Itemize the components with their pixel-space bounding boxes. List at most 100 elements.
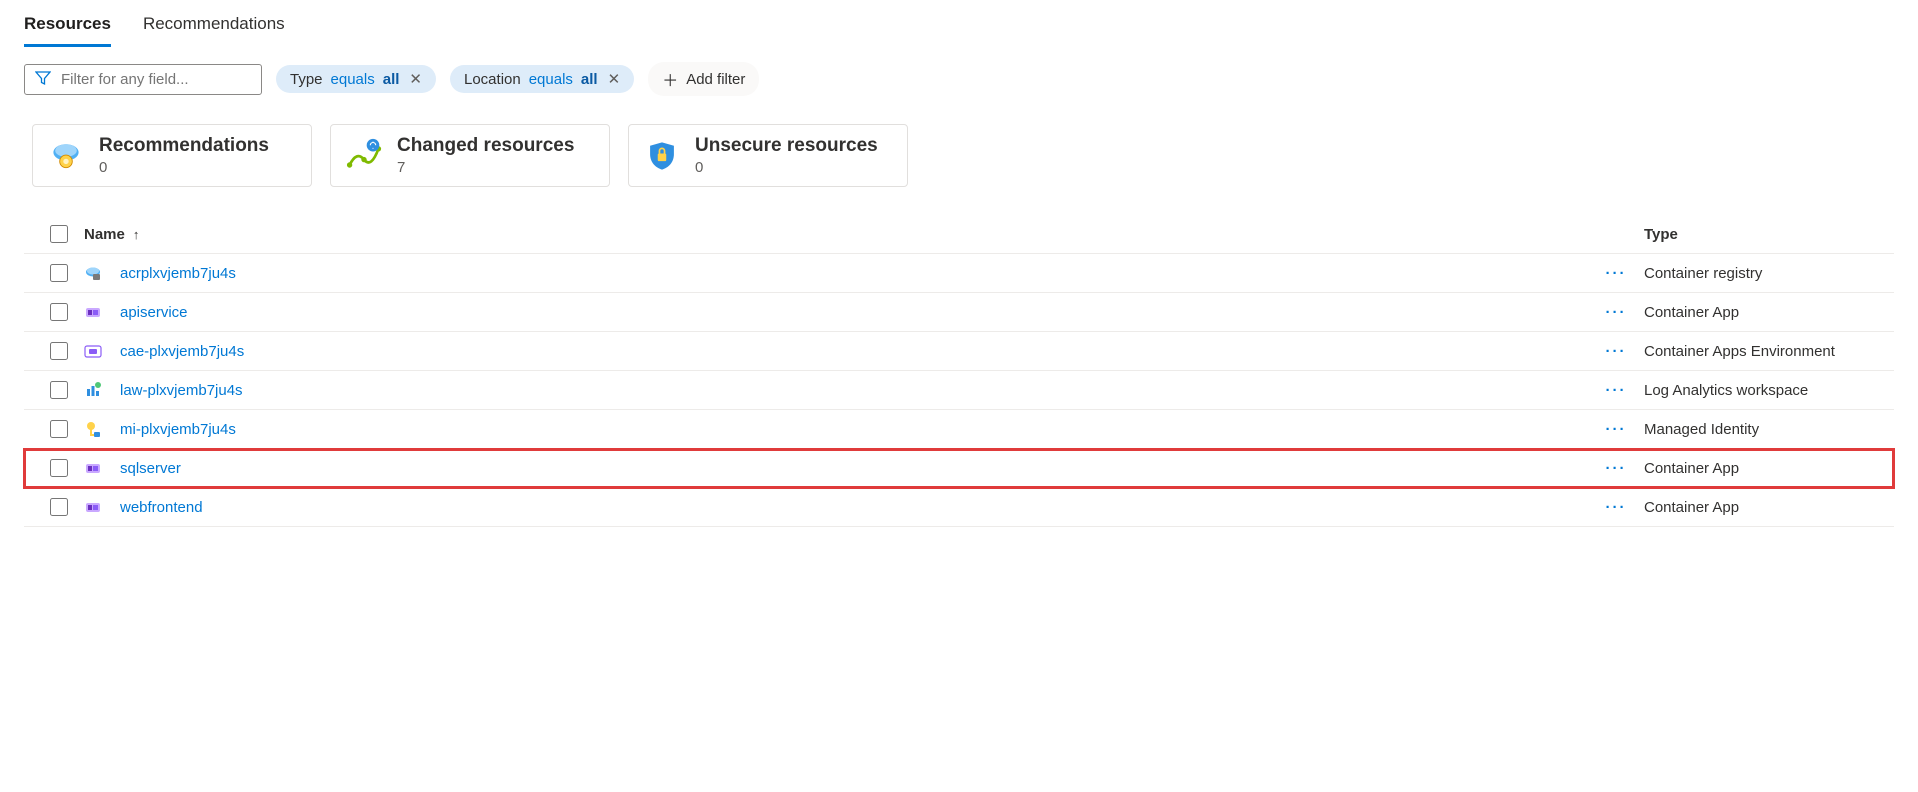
card-recommendations-title: Recommendations bbox=[99, 135, 269, 157]
tab-resources[interactable]: Resources bbox=[24, 8, 111, 47]
card-recommendations[interactable]: Recommendations 0 bbox=[32, 124, 312, 187]
row-checkbox-cell bbox=[34, 303, 84, 321]
card-changed-resources[interactable]: Changed resources 7 bbox=[330, 124, 610, 187]
unsecure-resources-icon bbox=[643, 137, 681, 175]
row-actions-cell: ··· bbox=[1588, 304, 1644, 321]
row-actions-cell: ··· bbox=[1588, 265, 1644, 282]
table-row[interactable]: cae-plxvjemb7ju4s ··· Container Apps Envir… bbox=[24, 332, 1894, 371]
card-unsecure-count: 0 bbox=[695, 159, 878, 176]
row-actions-cell: ··· bbox=[1588, 499, 1644, 516]
resource-link[interactable]: webfrontend bbox=[120, 499, 203, 516]
filter-input[interactable] bbox=[61, 71, 260, 88]
filter-pill-type-remove-icon[interactable]: ✕ bbox=[407, 70, 422, 88]
resource-type-icon bbox=[84, 498, 102, 516]
more-actions-icon[interactable]: ··· bbox=[1606, 343, 1627, 360]
row-name-cell: mi-plxvjemb7ju4s bbox=[84, 420, 1588, 438]
select-all-checkbox[interactable] bbox=[50, 225, 68, 243]
resource-link[interactable]: sqlserver bbox=[120, 460, 181, 477]
filter-pill-location[interactable]: Location equals all ✕ bbox=[450, 65, 634, 93]
table-row[interactable]: acrplxvjemb7ju4s ··· Container registry bbox=[24, 254, 1894, 293]
table-row[interactable]: apiservice ··· Container App bbox=[24, 293, 1894, 332]
changed-resources-icon bbox=[345, 137, 383, 175]
column-header-type[interactable]: Type bbox=[1644, 226, 1894, 243]
row-type-cell: Container App bbox=[1644, 304, 1894, 321]
resource-link[interactable]: cae-plxvjemb7ju4s bbox=[120, 343, 244, 360]
row-checkbox-cell bbox=[34, 498, 84, 516]
sort-ascending-icon: ↑ bbox=[133, 227, 140, 242]
row-name-cell: apiservice bbox=[84, 303, 1588, 321]
row-actions-cell: ··· bbox=[1588, 382, 1644, 399]
row-checkbox[interactable] bbox=[50, 264, 68, 282]
row-actions-cell: ··· bbox=[1588, 460, 1644, 477]
filter-pill-location-remove-icon[interactable]: ✕ bbox=[606, 70, 621, 88]
row-checkbox[interactable] bbox=[50, 420, 68, 438]
resource-link[interactable]: apiservice bbox=[120, 304, 188, 321]
add-filter-button[interactable]: ＋ Add filter bbox=[648, 62, 759, 96]
row-checkbox-cell bbox=[34, 342, 84, 360]
filter-icon bbox=[35, 70, 51, 89]
table-header: Name ↑ Type bbox=[24, 217, 1894, 254]
row-checkbox[interactable] bbox=[50, 303, 68, 321]
table-row[interactable]: mi-plxvjemb7ju4s ··· Managed Identity bbox=[24, 410, 1894, 449]
table-row[interactable]: law-plxvjemb7ju4s ··· Log Analytics worksp… bbox=[24, 371, 1894, 410]
card-unsecure-title: Unsecure resources bbox=[695, 135, 878, 157]
more-actions-icon[interactable]: ··· bbox=[1606, 421, 1627, 438]
filter-pill-type-value: all bbox=[383, 71, 400, 88]
row-type-cell: Container registry bbox=[1644, 265, 1894, 282]
row-type-cell: Container App bbox=[1644, 499, 1894, 516]
row-checkbox-cell bbox=[34, 420, 84, 438]
more-actions-icon[interactable]: ··· bbox=[1606, 304, 1627, 321]
row-checkbox-cell bbox=[34, 459, 84, 477]
row-type-cell: Container App bbox=[1644, 460, 1894, 477]
table-row[interactable]: sqlserver ··· Container App bbox=[24, 449, 1894, 488]
row-checkbox-cell bbox=[34, 381, 84, 399]
row-type-cell: Managed Identity bbox=[1644, 421, 1894, 438]
summary-cards: Recommendations 0 Changed resources 7 Un… bbox=[24, 124, 1894, 187]
row-type-cell: Log Analytics workspace bbox=[1644, 382, 1894, 399]
tab-recommendations[interactable]: Recommendations bbox=[143, 8, 285, 47]
row-name-cell: law-plxvjemb7ju4s bbox=[84, 381, 1588, 399]
card-changed-title: Changed resources bbox=[397, 135, 574, 157]
resource-type-icon bbox=[84, 381, 102, 399]
recommendations-icon bbox=[47, 137, 85, 175]
tab-list: Resources Recommendations bbox=[24, 8, 1894, 48]
row-checkbox[interactable] bbox=[50, 342, 68, 360]
resource-type-icon bbox=[84, 342, 102, 360]
table-body: acrplxvjemb7ju4s ··· Container registry api… bbox=[24, 254, 1894, 527]
row-name-cell: webfrontend bbox=[84, 498, 1588, 516]
resource-link[interactable]: law-plxvjemb7ju4s bbox=[120, 382, 243, 399]
resource-link[interactable]: acrplxvjemb7ju4s bbox=[120, 265, 236, 282]
plus-icon: ＋ bbox=[662, 67, 678, 91]
resource-type-icon bbox=[84, 264, 102, 282]
more-actions-icon[interactable]: ··· bbox=[1606, 499, 1627, 516]
filter-pill-type-field: Type bbox=[290, 71, 323, 88]
table-row[interactable]: webfrontend ··· Container App bbox=[24, 488, 1894, 527]
more-actions-icon[interactable]: ··· bbox=[1606, 382, 1627, 399]
row-checkbox[interactable] bbox=[50, 381, 68, 399]
filter-pill-type-operator: equals bbox=[331, 71, 375, 88]
row-name-cell: cae-plxvjemb7ju4s bbox=[84, 342, 1588, 360]
more-actions-icon[interactable]: ··· bbox=[1606, 265, 1627, 282]
more-actions-icon[interactable]: ··· bbox=[1606, 460, 1627, 477]
filter-pill-location-operator: equals bbox=[529, 71, 573, 88]
resource-type-icon bbox=[84, 420, 102, 438]
row-type-cell: Container Apps Environment bbox=[1644, 343, 1894, 360]
add-filter-label: Add filter bbox=[686, 71, 745, 88]
filter-pill-location-value: all bbox=[581, 71, 598, 88]
row-name-cell: acrplxvjemb7ju4s bbox=[84, 264, 1588, 282]
filter-pill-type[interactable]: Type equals all ✕ bbox=[276, 65, 436, 93]
column-header-name-label: Name bbox=[84, 226, 125, 243]
row-checkbox-cell bbox=[34, 264, 84, 282]
row-name-cell: sqlserver bbox=[84, 459, 1588, 477]
column-header-name[interactable]: Name ↑ bbox=[84, 226, 1588, 243]
row-checkbox[interactable] bbox=[50, 498, 68, 516]
resource-link[interactable]: mi-plxvjemb7ju4s bbox=[120, 421, 236, 438]
resource-type-icon bbox=[84, 459, 102, 477]
card-changed-count: 7 bbox=[397, 159, 574, 176]
filter-input-container[interactable] bbox=[24, 64, 262, 95]
select-all-container bbox=[34, 225, 84, 243]
card-unsecure-resources[interactable]: Unsecure resources 0 bbox=[628, 124, 908, 187]
row-actions-cell: ··· bbox=[1588, 421, 1644, 438]
row-checkbox[interactable] bbox=[50, 459, 68, 477]
card-recommendations-count: 0 bbox=[99, 159, 269, 176]
